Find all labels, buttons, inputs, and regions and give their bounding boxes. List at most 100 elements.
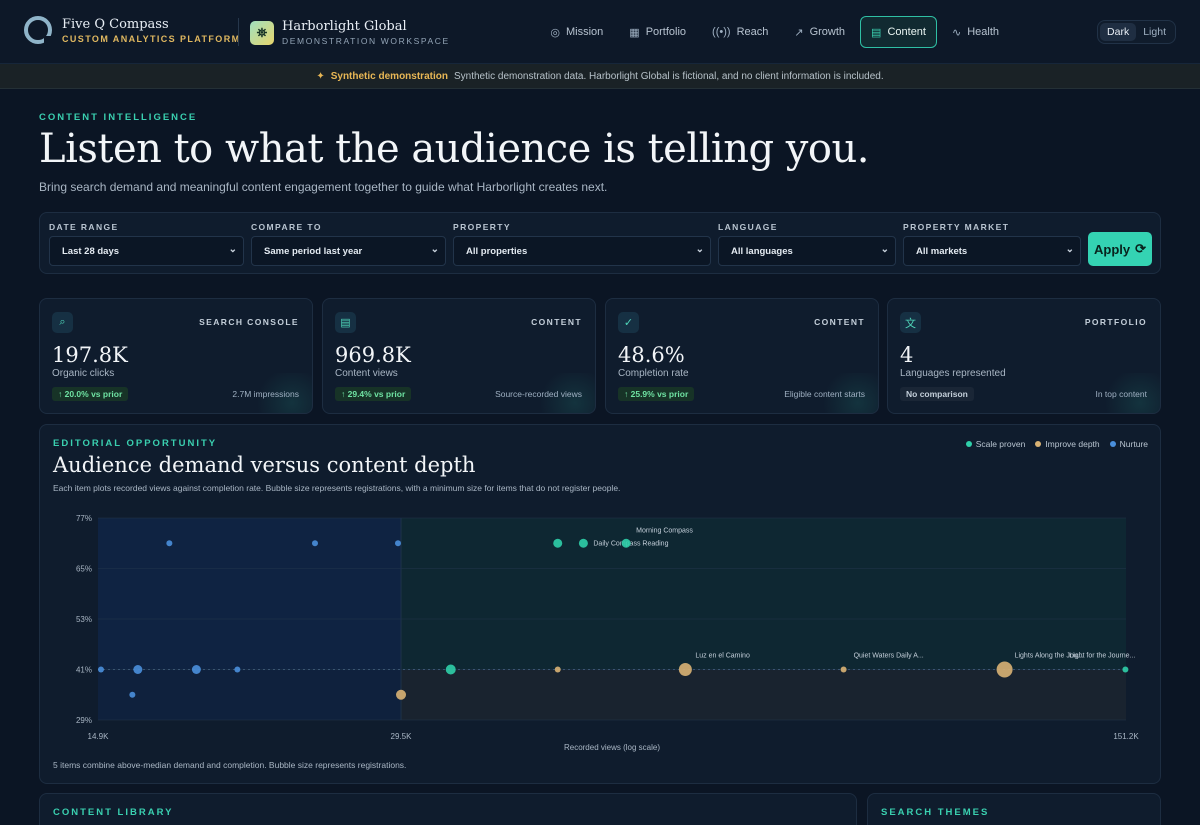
page-subtitle: Bring search demand and meaningful conte… [39,180,608,194]
x-axis-label: Recorded views (log scale) [564,743,660,752]
banner-title: Synthetic demonstration [330,70,448,82]
top-bar: Five Q Compass CUSTOM ANALYTICS PLATFORM… [0,0,1200,64]
kpi-delta-badge: ↑ 25.9% vs prior [618,387,695,401]
kpi-label: Languages represented [900,368,1006,379]
nav-label: Reach [736,26,769,38]
data-point [166,540,173,547]
date-range-label: DATE RANGE [49,222,119,232]
x-tick-label: 14.9K [88,732,110,741]
data-point [191,665,201,674]
search-themes-card: SEARCH THEMES [867,793,1161,825]
chevron-down-icon: ⌄ [880,244,889,255]
data-point [621,538,631,548]
lighthouse-icon: ⛯ [250,20,274,45]
nav-label: Growth [809,26,846,38]
point-label: Quiet Waters Daily A... [854,653,924,660]
chart-footnote: 5 items combine above-median demand and … [53,760,407,770]
property-label: PROPERTY [453,222,511,232]
y-tick-label: 77% [76,514,92,523]
brand-name: Five Q Compass [62,16,169,32]
data-point [97,666,104,673]
kpi-note: Source-recorded views [495,389,582,399]
kpi-source-tag: CONTENT [814,317,865,327]
data-point [554,666,561,673]
theme-toggle: Dark Light [1097,20,1176,44]
document-icon: ▤ [335,312,356,333]
nav-label: Health [967,26,999,38]
main-nav: ◎ Mission ▦ Portfolio ((•)) Reach ↗ Growth ▤ Cont… [539,16,1010,48]
x-tick-label: 29.5K [391,732,413,741]
nav-mission[interactable]: ◎ Mission [539,16,614,48]
market-label: PROPERTY MARKET [903,222,1010,232]
nav-label: Content [887,26,926,38]
nav-reach[interactable]: ((•)) Reach [701,16,779,48]
market-value: All markets [916,245,968,257]
kpi-label: Content views [335,368,398,379]
kpi-value: 197.8K [52,343,128,367]
x-tick-label: 151.2K [1113,732,1139,741]
data-point [234,666,241,673]
apply-button[interactable]: Apply ⟳ [1088,232,1152,266]
y-tick-label: 41% [76,666,92,675]
date-range-value: Last 28 days [62,245,120,257]
point-label: Light for the Journe... [1069,653,1135,660]
kpi-note: In top content [1095,389,1147,399]
chevron-down-icon: ⌄ [695,244,704,255]
trend-up-icon: ↗ [794,26,804,39]
header-divider [238,18,239,46]
scatter-chart: 77% 65% 53% 41% 29% 14.9K 29.5K 151.2K Recorded … [76,514,1139,752]
nav-growth[interactable]: ↗ Growth [783,16,856,48]
document-icon: ▤ [871,26,882,39]
kpi-source-tag: CONTENT [531,317,582,327]
point-label: Morning Compass [636,527,693,534]
apply-label: Apply [1093,241,1131,257]
data-point [1122,666,1129,673]
theme-dark-option[interactable]: Dark [1100,23,1137,41]
check-badge-icon: ✓ [618,312,639,333]
chevron-down-icon: ⌄ [228,244,237,255]
date-range-select[interactable]: Last 28 days ⌄ [49,236,244,266]
nav-portfolio[interactable]: ▦ Portfolio [618,16,697,48]
kpi-card: 文 PORTFOLIO 4 Languages represented No compa… [887,298,1161,414]
data-point [396,689,407,700]
language-select[interactable]: All languages ⌄ [718,236,896,266]
refresh-icon: ⟳ [1135,241,1147,256]
broadcast-icon: ((•)) [712,26,731,38]
data-point [996,661,1013,678]
data-point [578,538,588,548]
translate-icon: 文 [900,312,921,333]
nav-content[interactable]: ▤ Content [860,16,937,48]
depth-quadrant [401,669,1127,720]
kpi-note: 2.7M impressions [232,389,299,399]
chevron-down-icon: ⌄ [1065,244,1074,255]
kpi-card: ✓ CONTENT 48.6% Completion rate ↑ 25.9% vs p… [605,298,879,414]
filter-bar: DATE RANGE Last 28 days ⌄ COMPARE TO Sam… [39,212,1161,274]
compare-to-label: COMPARE TO [251,222,322,232]
data-point [445,664,456,675]
compass-logo-icon [24,16,54,46]
low-demand-quadrant [98,669,402,720]
kpi-note: Eligible content starts [784,389,865,399]
kpi-source-tag: PORTFOLIO [1084,317,1147,327]
kpi-value: 4 [900,343,914,367]
search-icon: ⌕ [52,312,73,333]
pulse-icon: ∿ [951,26,962,39]
brand-subtitle: CUSTOM ANALYTICS PLATFORM [62,33,241,44]
data-point [553,538,563,548]
property-select[interactable]: All properties ⌄ [453,236,711,266]
data-point [129,691,136,698]
nav-health[interactable]: ∿ Health [941,16,1010,48]
kpi-delta-badge: ↑ 29.4% vs prior [335,387,412,401]
theme-light-option[interactable]: Light [1136,23,1173,41]
kpi-card: ⌕ SEARCH CONSOLE 197.8K Organic clicks ↑ 20.… [39,298,313,414]
demo-banner: ✦ Synthetic demonstration Synthetic demo… [0,64,1200,89]
hero-eyebrow: CONTENT INTELLIGENCE [39,112,198,123]
y-tick-label: 29% [76,716,92,725]
compare-to-select[interactable]: Same period last year ⌄ [251,236,446,266]
banner-text: Synthetic demonstration data. Harborligh… [453,70,884,82]
market-select[interactable]: All markets ⌄ [903,236,1081,266]
kpi-value: 969.8K [335,343,411,367]
brand[interactable]: Five Q Compass CUSTOM ANALYTICS PLATFORM [24,16,241,46]
client-workspace: ⛯ Harborlight Global DEMONSTRATION WORKS… [250,19,450,46]
y-tick-label: 65% [76,565,92,574]
